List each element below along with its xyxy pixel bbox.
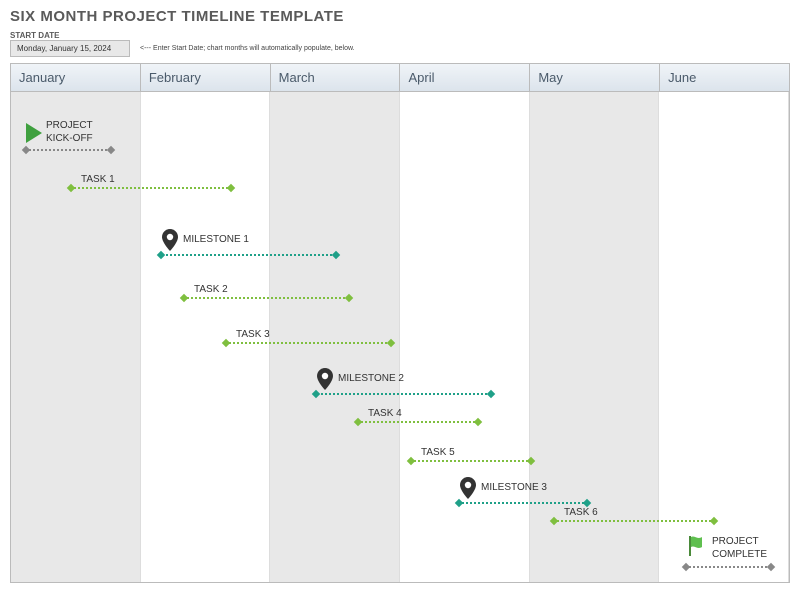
month-header-row: January February March April May June bbox=[11, 64, 789, 92]
timeline-item-task1: TASK 1 bbox=[71, 174, 231, 189]
pin-icon bbox=[161, 229, 179, 251]
month-header: April bbox=[400, 64, 530, 91]
connector bbox=[184, 297, 349, 299]
month-header: May bbox=[530, 64, 660, 91]
connector bbox=[316, 393, 491, 395]
flag-icon bbox=[686, 534, 708, 563]
month-header: March bbox=[271, 64, 401, 91]
connector bbox=[226, 342, 391, 344]
connector bbox=[358, 421, 478, 423]
item-label: TASK 6 bbox=[564, 507, 714, 518]
item-label: PROJECT bbox=[46, 120, 93, 131]
items-layer: PROJECT KICK-OFF TASK 1 MILESTONE 1 TASK 2 TA… bbox=[11, 92, 789, 582]
month-header: January bbox=[11, 64, 141, 91]
item-label: TASK 3 bbox=[236, 329, 391, 340]
item-label: TASK 1 bbox=[81, 174, 231, 185]
timeline-item-task4: TASK 4 bbox=[358, 408, 478, 423]
timeline-item-complete: PROJECT COMPLETE bbox=[686, 534, 771, 568]
timeline-item-milestone2: MILESTONE 2 bbox=[316, 368, 491, 395]
item-label: TASK 5 bbox=[421, 447, 531, 458]
connector bbox=[459, 502, 587, 504]
startdate-hint: <--- Enter Start Date; chart months will… bbox=[140, 45, 355, 52]
item-label: COMPLETE bbox=[712, 549, 767, 560]
startdate-input[interactable]: Monday, January 15, 2024 bbox=[10, 40, 130, 57]
timeline-chart: January February March April May June PR… bbox=[10, 63, 790, 583]
pin-icon bbox=[316, 368, 334, 390]
timeline-item-task3: TASK 3 bbox=[226, 329, 391, 344]
month-header: February bbox=[141, 64, 271, 91]
timeline-item-milestone1: MILESTONE 1 bbox=[161, 229, 336, 256]
connector bbox=[26, 149, 111, 151]
connector bbox=[71, 187, 231, 189]
timeline-item-kickoff: PROJECT KICK-OFF bbox=[26, 120, 111, 151]
play-icon bbox=[26, 123, 42, 143]
item-label: MILESTONE 2 bbox=[338, 373, 404, 384]
timeline-item-task2: TASK 2 bbox=[184, 284, 349, 299]
item-label: PROJECT bbox=[712, 536, 767, 547]
item-label: KICK-OFF bbox=[46, 133, 93, 144]
connector bbox=[161, 254, 336, 256]
timeline-body: PROJECT KICK-OFF TASK 1 MILESTONE 1 TASK 2 TA… bbox=[11, 92, 789, 582]
connector bbox=[554, 520, 714, 522]
timeline-item-task6: TASK 6 bbox=[554, 507, 714, 522]
page-title: SIX MONTH PROJECT TIMELINE TEMPLATE bbox=[10, 8, 790, 25]
item-label: MILESTONE 3 bbox=[481, 482, 547, 493]
timeline-item-task5: TASK 5 bbox=[411, 447, 531, 462]
pin-icon bbox=[459, 477, 477, 499]
month-header: June bbox=[660, 64, 789, 91]
connector bbox=[686, 566, 771, 568]
startdate-section: START DATE Monday, January 15, 2024 <---… bbox=[10, 31, 790, 57]
connector bbox=[411, 460, 531, 462]
item-label: MILESTONE 1 bbox=[183, 234, 249, 245]
timeline-item-milestone3: MILESTONE 3 bbox=[459, 477, 587, 504]
item-label: TASK 4 bbox=[368, 408, 478, 419]
startdate-label: START DATE bbox=[10, 31, 790, 40]
item-label: TASK 2 bbox=[194, 284, 349, 295]
